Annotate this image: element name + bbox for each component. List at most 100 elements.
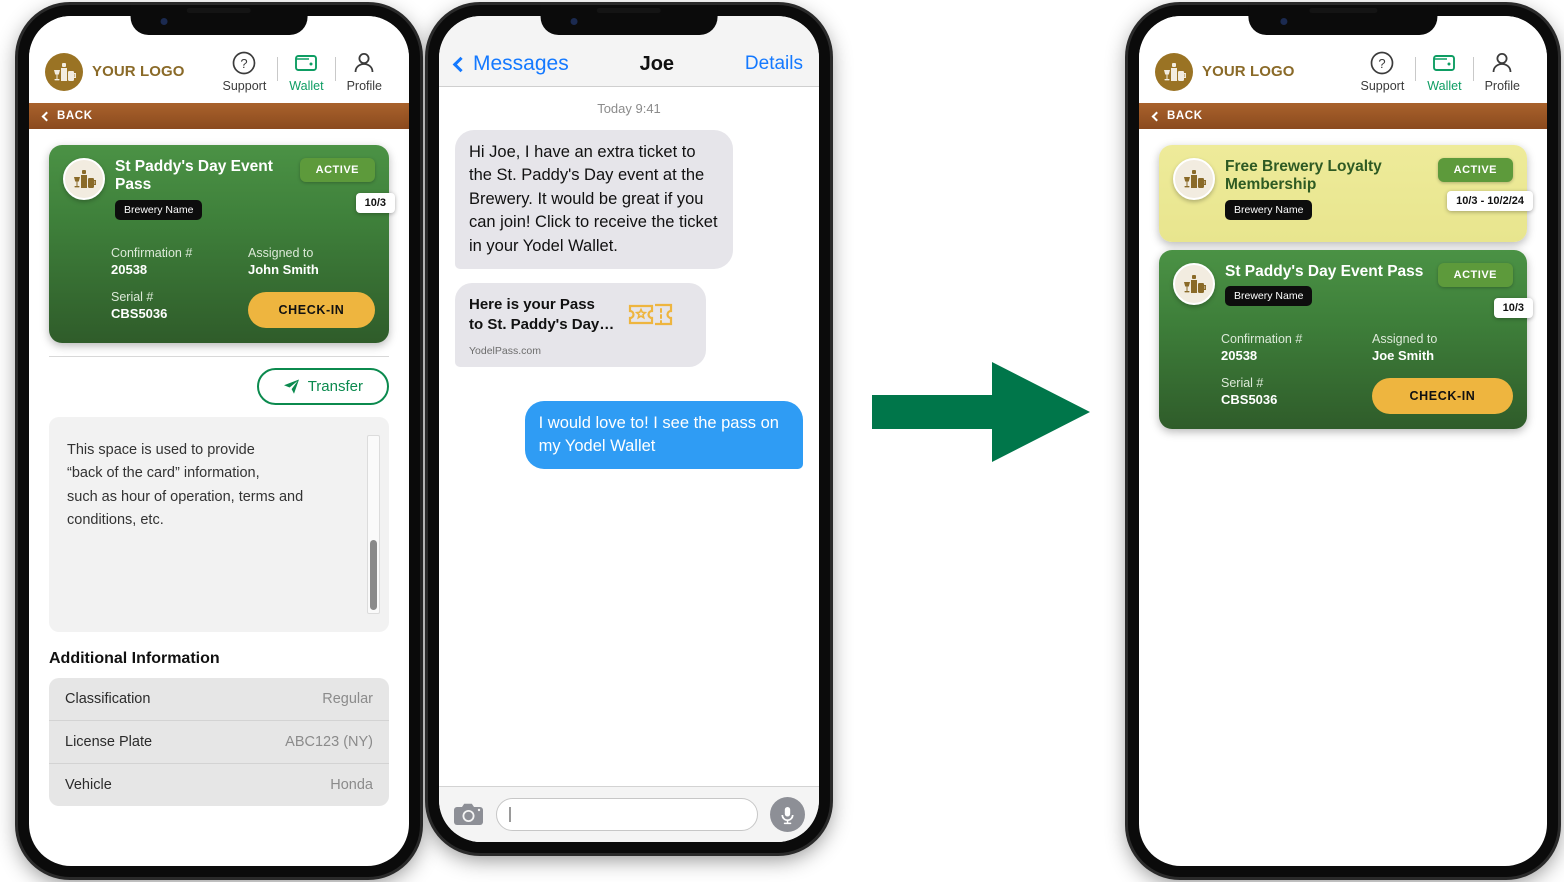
back-bar[interactable]: BACK (1139, 103, 1547, 129)
camera-icon (454, 803, 483, 825)
status-badge: ACTIVE (299, 158, 375, 182)
additional-info-title: Additional Information (49, 649, 220, 667)
svg-text:?: ? (241, 56, 248, 71)
link-preview-card[interactable]: Here is your Pass to St. Paddy's Day… Yo… (455, 283, 706, 367)
date-chip: 10/3 (1493, 297, 1533, 318)
message-input-bar (439, 786, 819, 842)
link-preview-url: YodelPass.com (469, 344, 541, 357)
field-confirmation: Confirmation # 20538 (1221, 332, 1362, 363)
thread-timestamp: Today 9:41 (597, 101, 661, 116)
table-row: License Plate ABC123 (NY) (49, 721, 389, 764)
header-nav: ? Support Wallet Profile (1350, 50, 1531, 93)
brewery-drinks-icon (45, 52, 83, 91)
field-value: Joe Smith (1372, 348, 1435, 364)
microphone-icon (781, 806, 794, 824)
message-thread: Today 9:41 Hi Joe, I have an extra ticke… (439, 87, 819, 786)
nav-item-profile[interactable]: Profile (1474, 50, 1531, 93)
field-assigned-to: Assigned to Joe Smith (1372, 332, 1513, 363)
brand-logo[interactable]: YOUR LOGO (1155, 52, 1295, 91)
scrollbar-track[interactable] (367, 434, 380, 614)
back-of-card-panel: This space is used to provide “back of t… (49, 416, 389, 632)
pass-card[interactable]: St Paddy's Day Event Pass Brewery Name A… (1159, 249, 1533, 430)
brand-logo[interactable]: YOUR LOGO (45, 52, 185, 91)
contact-name: Joe (639, 52, 675, 75)
row-value: ABC123 (NY) (285, 733, 373, 750)
transfer-button[interactable]: Transfer (256, 367, 389, 405)
microphone-button[interactable] (770, 797, 805, 832)
svg-text:?: ? (1379, 56, 1386, 71)
nav-item-support[interactable]: ? Support (212, 50, 278, 93)
status-badge: ACTIVE (1437, 158, 1513, 182)
scrollbar-thumb[interactable] (370, 539, 377, 610)
field-label: Confirmation # (1221, 332, 1303, 347)
nav-item-support[interactable]: ? Support (1350, 50, 1416, 93)
field-label: Assigned to (1372, 332, 1438, 347)
status-badge: ACTIVE (1437, 262, 1513, 287)
row-key: License Plate (65, 733, 153, 750)
brewery-drinks-icon (63, 158, 105, 200)
field-assigned-to: Assigned to John Smith (248, 246, 375, 277)
wallet-card-list: Free Brewery Loyalty Membership Brewery … (1139, 129, 1547, 430)
phone-speaker (1308, 8, 1378, 13)
date-chip: 10/3 - 10/2/24 (1447, 191, 1533, 211)
message-input-field[interactable] (496, 798, 758, 831)
text-caret (509, 807, 511, 822)
additional-info-table: Classification Regular License Plate ABC… (49, 677, 389, 806)
nav-label-support: Support (222, 79, 267, 93)
chevron-left-icon (1151, 111, 1162, 121)
wallet-icon (295, 55, 318, 71)
field-label: Confirmation # (111, 245, 193, 260)
check-in-button[interactable]: CHECK-IN (248, 291, 375, 328)
phone-speaker (187, 8, 251, 13)
header-nav: ? Support Wallet Profile (212, 50, 393, 93)
field-label: Serial # (111, 289, 154, 304)
wallet-icon (1433, 55, 1456, 71)
send-icon (283, 379, 299, 394)
table-row: Vehicle Honda (49, 764, 389, 806)
field-confirmation: Confirmation # 20538 (111, 246, 238, 277)
message-bubble-incoming[interactable]: Hi Joe, I have an extra ticket to the St… (448, 130, 734, 270)
nav-label-profile: Profile (1484, 79, 1520, 93)
field-value: CBS5036 (111, 305, 168, 321)
person-icon (1492, 53, 1512, 73)
person-icon (354, 53, 374, 73)
nav-item-wallet[interactable]: Wallet (1416, 50, 1472, 93)
pass-title: St Paddy's Day Event Pass (115, 158, 273, 193)
phone-notch (540, 5, 718, 35)
link-preview-title: Here is your Pass to St. Paddy's Day… (469, 296, 615, 334)
pass-title: St Paddy's Day Event Pass (1225, 262, 1424, 280)
field-value: 20538 (1221, 348, 1258, 364)
phone-messages: Messages Joe Details Today 9:41 Hi Joe, … (428, 5, 830, 853)
nav-label-wallet: Wallet (1427, 79, 1462, 93)
loyalty-title: Free Brewery Loyalty Membership (1225, 158, 1382, 193)
details-button[interactable]: Details (745, 53, 803, 75)
table-row: Classification Regular (49, 678, 389, 721)
chevron-left-icon (41, 111, 52, 121)
field-value: John Smith (248, 261, 319, 277)
field-label: Serial # (1221, 376, 1264, 391)
messages-back-button[interactable]: Messages (452, 52, 569, 76)
brewery-chip: Brewery Name (1225, 199, 1313, 220)
loyalty-card[interactable]: Free Brewery Loyalty Membership Brewery … (1159, 145, 1533, 242)
row-value: Honda (330, 776, 373, 793)
nav-item-wallet[interactable]: Wallet (278, 50, 334, 93)
transfer-label: Transfer (307, 377, 363, 395)
pass-card-area: St Paddy's Day Event Pass Brewery Name A… (29, 129, 409, 343)
message-bubble-outgoing[interactable]: I would love to! I see the pass on my Yo… (524, 400, 810, 470)
phone-wallet-list: YOUR LOGO ? Support Wallet Profile BACK … (1128, 5, 1558, 877)
phone-pass-detail: YOUR LOGO ? Support Wallet Profile BACK … (18, 5, 420, 877)
field-serial: Serial # CBS5036 (111, 290, 238, 328)
row-key: Classification (65, 690, 151, 707)
row-value: Regular (322, 690, 373, 707)
phone-notch (130, 5, 308, 35)
phone-notch (1248, 5, 1438, 35)
brand-name: YOUR LOGO (92, 63, 185, 80)
brand-name: YOUR LOGO (1202, 63, 1295, 80)
pass-card[interactable]: St Paddy's Day Event Pass Brewery Name A… (49, 145, 395, 343)
date-chip: 10/3 (355, 193, 395, 213)
check-in-button[interactable]: CHECK-IN (1372, 378, 1513, 415)
nav-item-profile[interactable]: Profile (336, 50, 393, 93)
field-label: Assigned to (248, 245, 314, 260)
phone-camera (1280, 18, 1288, 25)
back-bar[interactable]: BACK (29, 103, 409, 129)
